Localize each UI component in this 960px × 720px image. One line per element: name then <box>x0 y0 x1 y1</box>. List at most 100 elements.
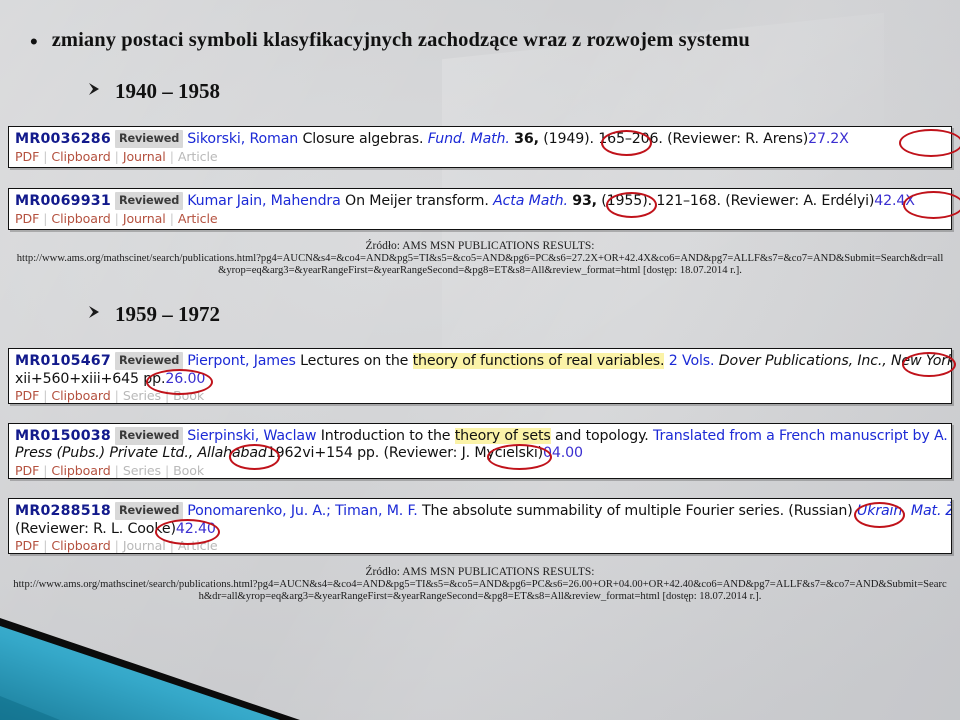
result-citation-line: MR0105467 Reviewed Pierpont, James Lecture… <box>15 352 951 371</box>
result-citation-line: MR0069931 Reviewed Kumar Jain, Mahendra On… <box>15 192 945 211</box>
result-citation-line-2: Press (Pubs.) Private Ltd., Allahabad196… <box>15 445 583 463</box>
clipboard-link[interactable]: Clipboard <box>51 538 110 553</box>
toolbar-separator: | <box>43 463 48 478</box>
source-url-line-2: &yrop=eq&arg3=&yearRangeFirst=&yearRange… <box>218 265 742 277</box>
year: 1962 <box>266 445 303 461</box>
reviewed-badge: Reviewed <box>114 352 184 370</box>
clipboard-link[interactable]: Clipboard <box>51 211 110 226</box>
result-toolbar[interactable]: PDF | Clipboard | Journal | Article <box>15 149 945 164</box>
author-link[interactable]: Sierpinski, Waclaw <box>187 428 316 444</box>
period-heading-1: 1940 – 1958 <box>88 79 220 104</box>
journal-link: Journal <box>122 538 166 553</box>
reviewer: (Reviewer: R. L. Cooke) <box>15 520 176 537</box>
series-link: Series <box>122 388 161 403</box>
journal-name[interactable]: Ukrain. Mat. Ž. <box>857 503 951 519</box>
author-link[interactable]: Kumar Jain, Mahendra <box>187 193 341 209</box>
result-citation-line: MR0036286 Reviewed Sikorski, Roman Closure… <box>15 130 945 149</box>
pdf-link[interactable]: PDF <box>15 211 39 226</box>
bullet-line-main: • zmiany postaci symboli klasyfikacyjnyc… <box>30 29 750 53</box>
book-link: Book <box>173 388 205 403</box>
msc-code[interactable]: 42.4X <box>874 193 915 209</box>
year: (1955). <box>601 193 652 209</box>
title-prefix: Lectures on the <box>300 353 413 369</box>
author-link[interactable]: Pierpont, James <box>187 353 296 369</box>
pdf-link[interactable]: PDF <box>15 388 39 403</box>
period-2-label: 1959 – 1972 <box>115 302 220 326</box>
article-title: Closure algebras. <box>302 131 424 147</box>
mr-id[interactable]: MR0105467 <box>15 353 111 369</box>
result-citation-line: MR0288518 Reviewed Ponomarenko, Ju. A.; Ti… <box>15 502 951 521</box>
reviewed-badge: Reviewed <box>114 427 184 445</box>
result-box-mr0288518[interactable]: MR0288518 Reviewed Ponomarenko, Ju. A.; Ti… <box>8 498 952 554</box>
title-highlighted: theory of functions of real variables. <box>412 353 665 369</box>
mr-id[interactable]: MR0150038 <box>15 428 111 444</box>
msc-code[interactable]: 27.2X <box>808 131 849 147</box>
article-title: On Meijer transform. <box>345 193 489 209</box>
toolbar-separator: | <box>164 463 170 478</box>
mr-id[interactable]: MR0036286 <box>15 131 111 147</box>
clipboard-link[interactable]: Clipboard <box>51 388 110 403</box>
result-box-mr0069931[interactable]: MR0069931 Reviewed Kumar Jain, Mahendra On… <box>8 188 952 230</box>
result-pages-line: xii+560+xiii+645 pp.26.00 <box>15 371 945 389</box>
reviewer: (Reviewer: R. Arens) <box>667 131 809 147</box>
result-reviewer-line: (Reviewer: R. L. Cooke)42.40 <box>15 521 945 539</box>
reviewer: (Reviewer: J. Mycielski) <box>383 445 544 461</box>
author-link[interactable]: Ponomarenko, Ju. A.; Timan, M. F. <box>187 503 418 519</box>
clipboard-link[interactable]: Clipboard <box>51 149 110 164</box>
publisher: Dover Publications, Inc., New York <box>718 353 952 369</box>
journal-link[interactable]: Journal <box>123 211 166 226</box>
article-link[interactable]: Article <box>178 211 218 226</box>
toolbar-separator: | <box>169 148 174 164</box>
volumes[interactable]: 2 Vols. <box>669 353 715 369</box>
pages: xii+560+xiii+645 pp. <box>15 370 166 387</box>
title-highlighted: theory of sets <box>454 428 551 444</box>
result-box-mr0150038[interactable]: MR0150038 Reviewed Sierpinski, Waclaw Intr… <box>8 423 952 479</box>
source-url-line-1: http://www.ams.org/mathscinet/search/pub… <box>16 253 944 264</box>
result-box-mr0105467[interactable]: MR0105467 Reviewed Pierpont, James Lecture… <box>8 348 952 404</box>
clipboard-link[interactable]: Clipboard <box>51 463 110 478</box>
source-url-line-2: h&dr=all&yrop=eq&arg3=&yearRangeFirst=&y… <box>198 591 762 603</box>
result-box-mr0036286[interactable]: MR0036286 Reviewed Sikorski, Roman Closure… <box>8 126 952 168</box>
toolbar-separator: | <box>164 388 170 403</box>
source-caption-bottom: Źródło: AMS MSN PUBLICATIONS RESULTS: ht… <box>0 566 960 604</box>
toolbar-separator: | <box>169 210 174 226</box>
toolbar-separator: | <box>43 148 48 164</box>
volume: 36, <box>514 131 539 147</box>
pages: 121–168. <box>656 193 721 209</box>
year: (1949). <box>543 131 594 147</box>
result-toolbar[interactable]: PDF | Clipboard | Journal | Article <box>15 211 945 226</box>
pages: 165–206. <box>598 131 663 147</box>
result-toolbar[interactable]: PDF | Clipboard | Series | Book <box>15 463 945 478</box>
msc-code[interactable]: 26.00 <box>165 371 205 387</box>
toolbar-separator: | <box>114 538 119 553</box>
article-title: The absolute summability of multiple Fou… <box>422 503 853 519</box>
pdf-link[interactable]: PDF <box>15 463 39 478</box>
pdf-link[interactable]: PDF <box>15 538 39 553</box>
journal-link[interactable]: Journal <box>123 149 166 164</box>
reviewer: (Reviewer: A. Erdélyi) <box>725 193 875 209</box>
mr-id[interactable]: MR0288518 <box>15 503 111 519</box>
reviewed-badge: Reviewed <box>114 192 184 210</box>
toolbar-separator: | <box>114 148 119 164</box>
book-link: Book <box>173 463 205 478</box>
publisher-continued: Press (Pubs.) Private Ltd., Allahabad <box>15 445 267 461</box>
article-link: Article <box>177 148 218 164</box>
reviewed-badge: Reviewed <box>114 502 184 520</box>
journal-name[interactable]: Acta Math. <box>493 193 568 209</box>
source-caption-top: Źródło: AMS MSN PUBLICATIONS RESULTS: ht… <box>0 240 960 278</box>
toolbar-separator: | <box>114 388 119 403</box>
toolbar-separator: | <box>43 210 48 226</box>
journal-name[interactable]: Fund. Math. <box>428 131 510 147</box>
toolbar-separator: | <box>114 210 119 226</box>
bullet-main-text: zmiany postaci symboli klasyfikacyjnych … <box>51 29 750 51</box>
result-toolbar[interactable]: PDF | Clipboard | Journal | Article <box>15 538 945 553</box>
mr-id[interactable]: MR0069931 <box>15 193 111 209</box>
msc-code[interactable]: 42.40 <box>176 521 216 537</box>
toolbar-separator: | <box>43 538 48 553</box>
author-link[interactable]: Sikorski, Roman <box>187 131 298 147</box>
translation-note[interactable]: Translated from a French manuscript by A… <box>653 428 951 444</box>
reviewed-badge: Reviewed <box>114 130 184 148</box>
result-toolbar[interactable]: PDF | Clipboard | Series | Book <box>15 388 945 403</box>
pdf-link[interactable]: PDF <box>15 149 39 164</box>
msc-code[interactable]: 04.00 <box>543 445 583 461</box>
